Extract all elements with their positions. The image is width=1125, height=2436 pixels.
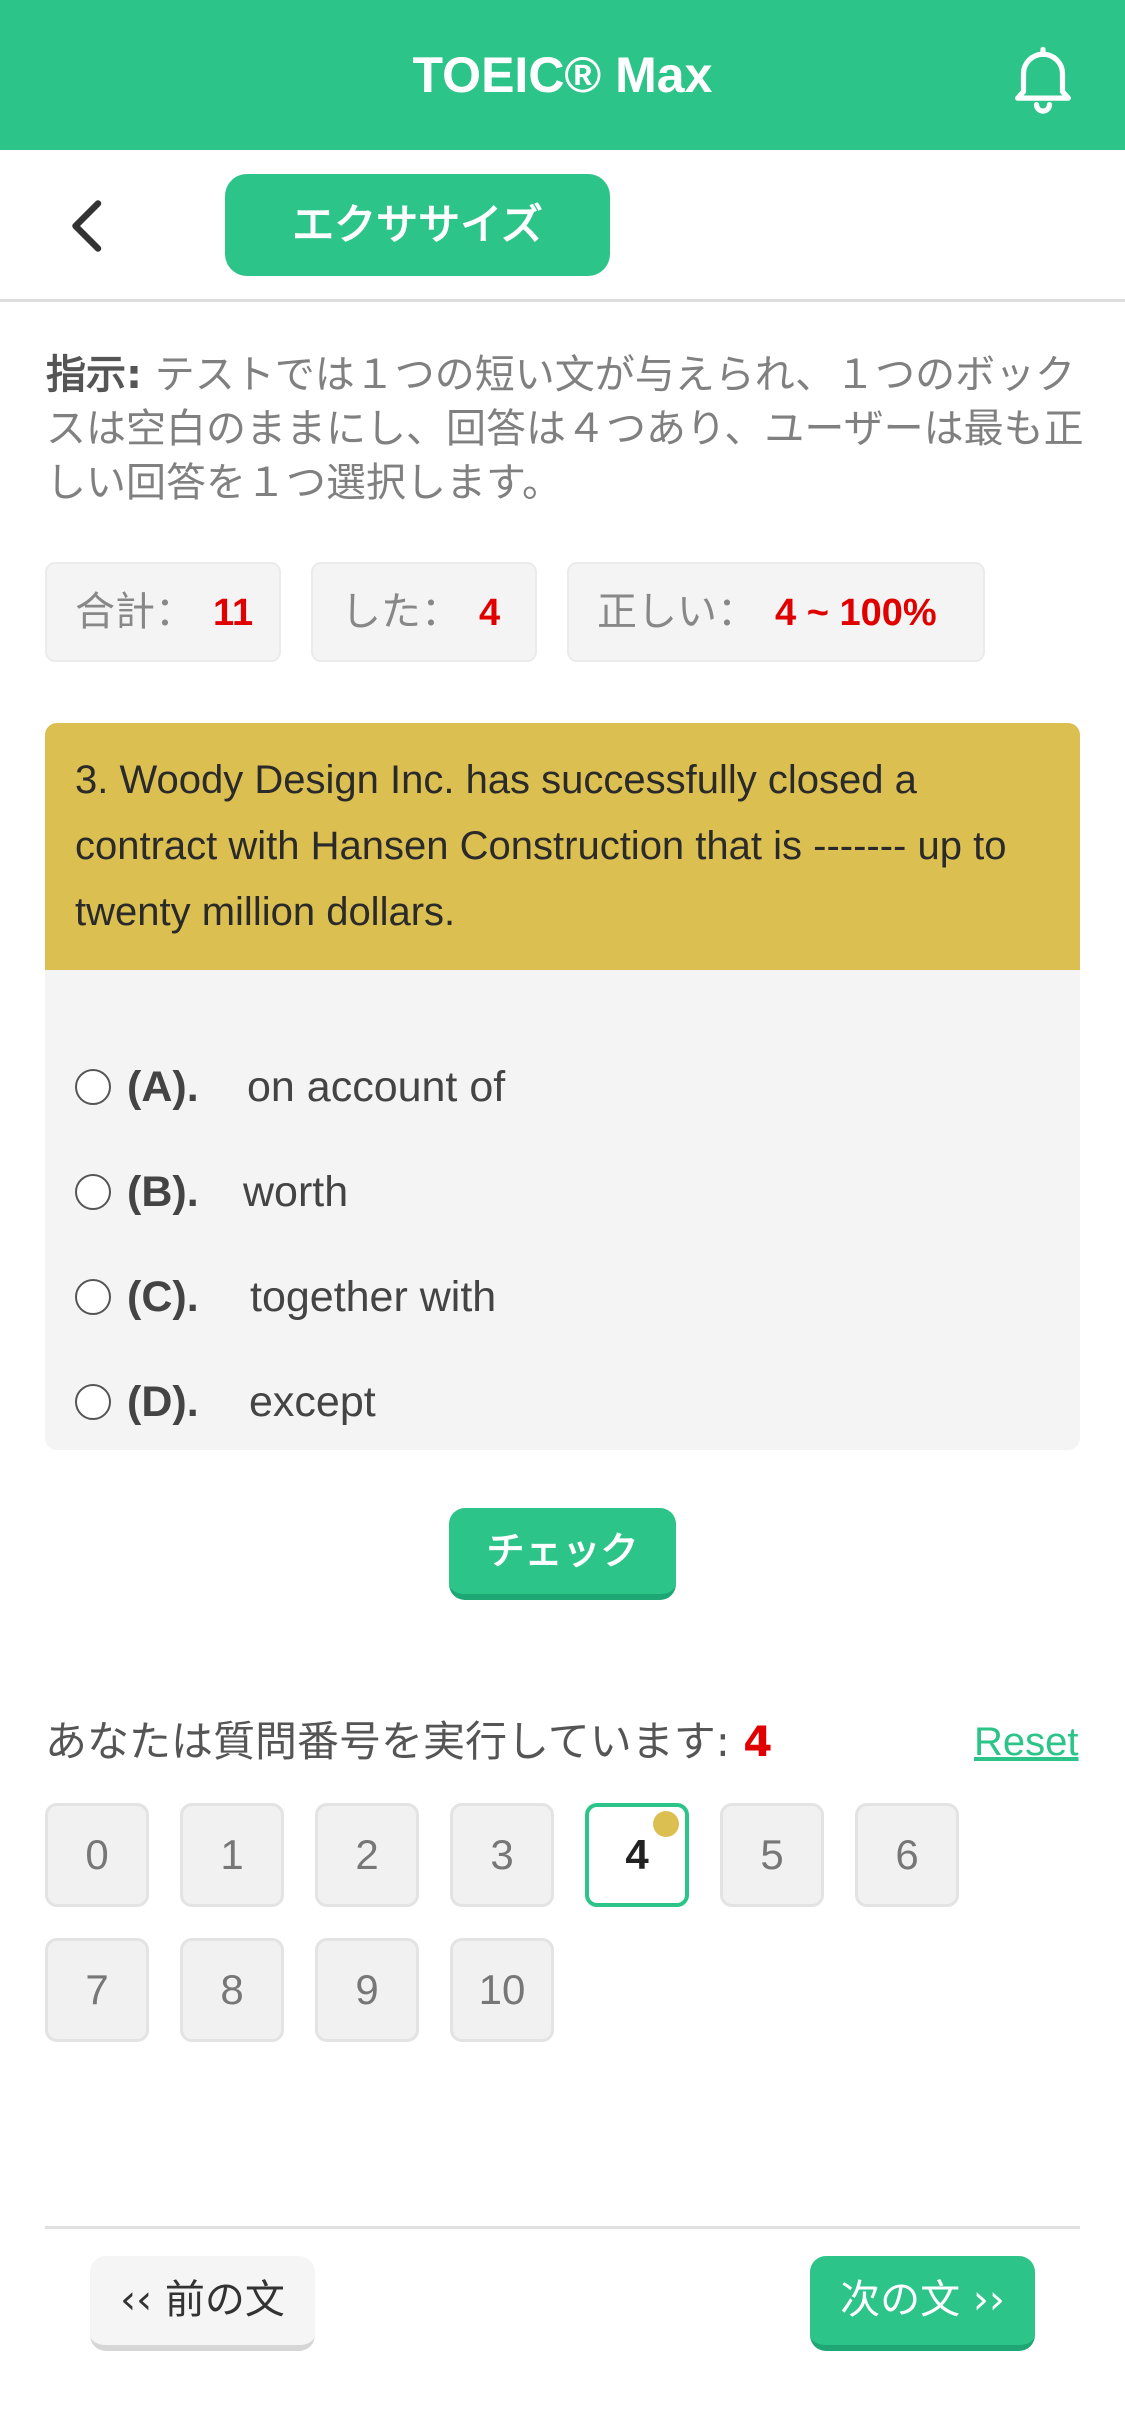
radio-button[interactable] <box>75 1069 111 1105</box>
question-number-button[interactable]: 5 <box>720 1803 824 1907</box>
footer-divider <box>45 2226 1080 2229</box>
question-number-button[interactable]: 3 <box>450 1803 554 1907</box>
option-letter: (D). <box>127 1378 199 1426</box>
option-letter: (B). <box>127 1168 199 1216</box>
current-question-number: 4 <box>743 1717 773 1766</box>
question-number-button[interactable]: 9 <box>315 1938 419 2042</box>
instruction-text: 指示: テストでは１つの短い文が与えられ、１つのボックスは空白のままにし、回答は… <box>46 348 1086 510</box>
option-text: worth <box>243 1168 349 1216</box>
stat-correct-label: 正しい： <box>597 589 757 635</box>
question-number-label: 4 <box>625 1831 649 1878</box>
radio-button[interactable] <box>75 1174 111 1210</box>
exercise-tab-button[interactable]: エクササイズ <box>225 174 610 276</box>
app-title: TOEIC® Max <box>412 47 713 103</box>
question-number-button[interactable]: 1 <box>180 1803 284 1907</box>
progress-status: あなたは質問番号を実行しています: 4 <box>45 1712 773 1772</box>
question-number-button[interactable]: 10 <box>450 1938 554 2042</box>
reset-link[interactable]: Reset <box>974 1712 1079 1772</box>
stat-done-label: した： <box>341 589 461 635</box>
previous-sentence-button[interactable]: ‹‹ 前の文 <box>90 2256 315 2351</box>
question-text: 3. Woody Design Inc. has successfully cl… <box>45 723 1080 970</box>
instruction-body: テストでは１つの短い文が与えられ、１つのボックスは空白のままにし、回答は４つあり… <box>46 352 1084 506</box>
radio-button[interactable] <box>75 1279 111 1315</box>
question-number-button[interactable]: 2 <box>315 1803 419 1907</box>
chevron-left-icon[interactable] <box>58 196 118 256</box>
question-number-button[interactable]: 6 <box>855 1803 959 1907</box>
answer-options: (A). on account of (B). worth (C). toget… <box>45 970 1080 1450</box>
sub-header: エクササイズ <box>0 150 1125 302</box>
stat-correct: 正しい： 4 ~ 100% <box>567 562 985 662</box>
stat-done: した： 4 <box>311 562 537 662</box>
stat-done-value: 4 <box>479 592 501 634</box>
stat-correct-value: 4 ~ 100% <box>775 592 937 634</box>
stat-total-value: 11 <box>213 592 254 634</box>
bell-icon[interactable] <box>1004 38 1082 116</box>
option-letter: (C). <box>127 1273 199 1321</box>
instruction-label: 指示: <box>46 352 142 398</box>
question-number-button-active[interactable]: 4 <box>585 1803 689 1907</box>
option-text: on account of <box>247 1063 506 1111</box>
stat-total-label: 合計： <box>75 589 195 635</box>
check-button[interactable]: チェック <box>449 1508 676 1600</box>
option-text: together with <box>250 1273 497 1321</box>
option-letter: (A). <box>127 1063 199 1111</box>
stat-total: 合計： 11 <box>45 562 281 662</box>
question-number-button[interactable]: 7 <box>45 1938 149 2042</box>
app-header: TOEIC® Max <box>0 0 1125 150</box>
radio-button[interactable] <box>75 1384 111 1420</box>
question-number-button[interactable]: 8 <box>180 1938 284 2042</box>
question-number-button[interactable]: 0 <box>45 1803 149 1907</box>
current-indicator-dot <box>653 1811 679 1837</box>
progress-label: あなたは質問番号を実行しています: <box>45 1717 730 1766</box>
next-sentence-button[interactable]: 次の文 ›› <box>810 2256 1035 2351</box>
option-text: except <box>249 1378 376 1426</box>
